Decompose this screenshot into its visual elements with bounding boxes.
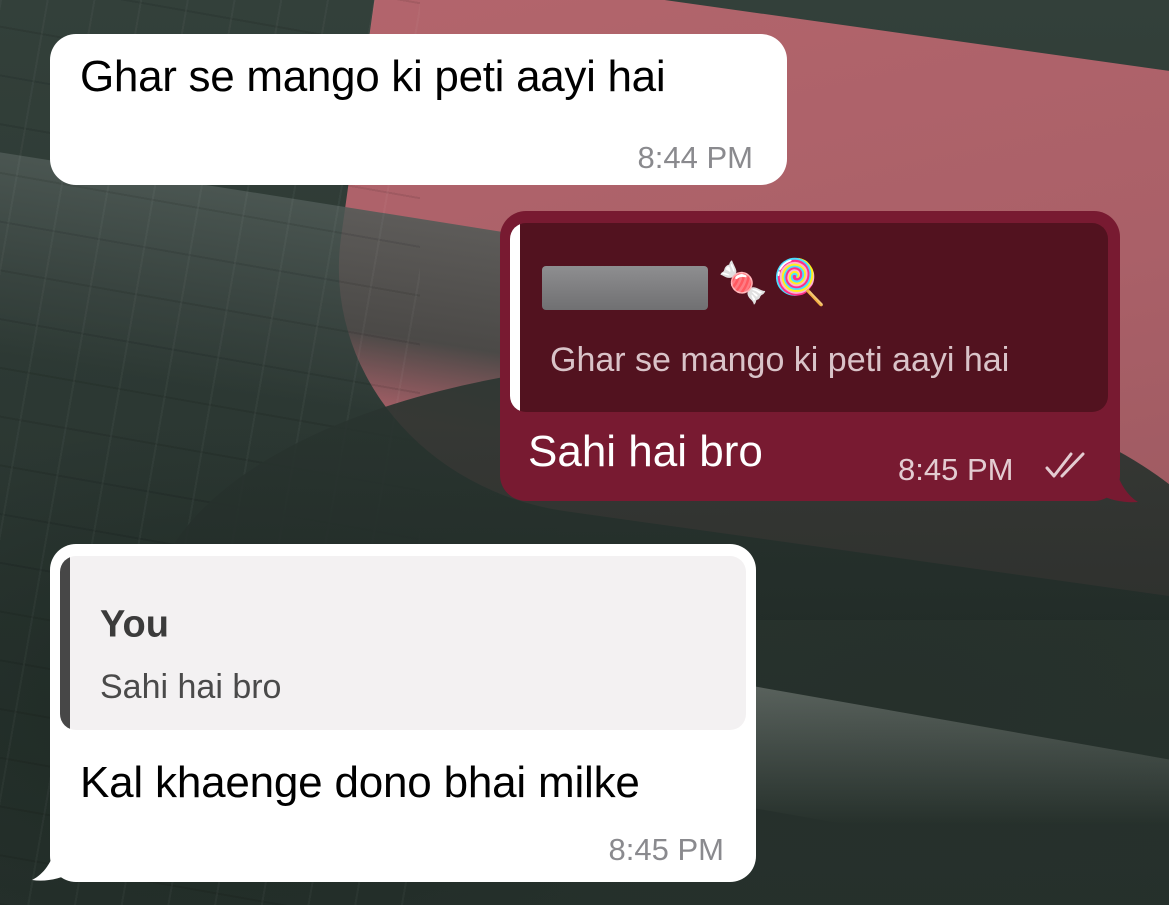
- message-timestamp: 8:45 PM: [608, 832, 724, 868]
- reply-quote-author: You: [100, 603, 169, 646]
- outgoing-bubble-tail: [1098, 470, 1138, 503]
- reply-quote-text: Ghar se mango ki peti aayi hai: [550, 340, 1010, 379]
- reply-quote-bar: [510, 223, 520, 412]
- incoming-message-bubble[interactable]: Ghar se mango ki peti aayi hai 8:44 PM: [50, 34, 787, 185]
- double-check-read-icon: [1045, 452, 1085, 478]
- reply-quote-text: Sahi hai bro: [100, 667, 282, 706]
- reply-quote-bar: [60, 556, 70, 730]
- reply-quote[interactable]: You Sahi hai bro: [60, 556, 746, 730]
- message-text: Kal khaenge dono bhai milke: [80, 757, 640, 807]
- message-text: Sahi hai bro: [528, 426, 763, 476]
- message-timestamp: 8:45 PM: [898, 452, 1014, 488]
- incoming-bubble-tail: [32, 846, 74, 881]
- redacted-contact-name: [542, 266, 708, 310]
- message-text: Ghar se mango ki peti aayi hai: [80, 51, 666, 101]
- reply-quote[interactable]: 🍬 🍭 Ghar se mango ki peti aayi hai: [510, 223, 1108, 412]
- candy-emoji: 🍬: [718, 261, 768, 305]
- incoming-message-bubble[interactable]: You Sahi hai bro Kal khaenge dono bhai m…: [50, 544, 756, 882]
- message-timestamp: 8:44 PM: [637, 140, 753, 176]
- lollipop-emoji: 🍭: [772, 258, 827, 307]
- outgoing-message-bubble[interactable]: 🍬 🍭 Ghar se mango ki peti aayi hai Sahi …: [500, 211, 1120, 501]
